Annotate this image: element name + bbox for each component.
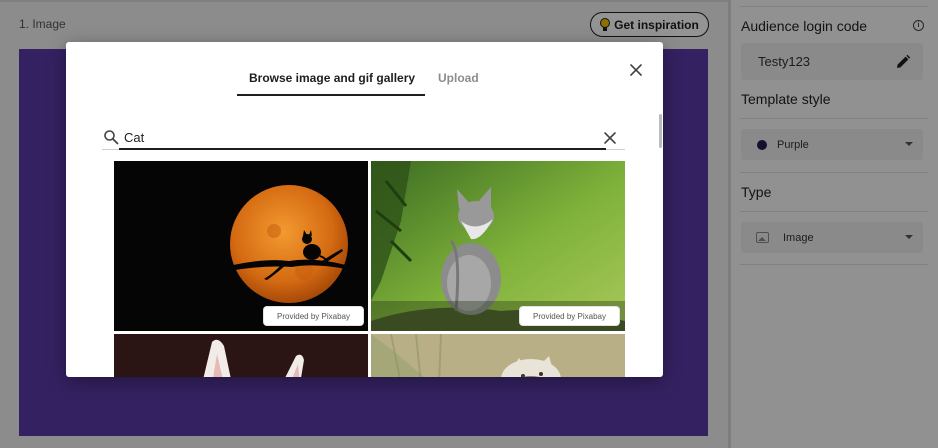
tab-browse-gallery[interactable]: Browse image and gif gallery [249, 71, 415, 85]
image-results-grid: Provided by Pixabay Provided by Pixabay [114, 161, 625, 377]
image-result[interactable]: Provided by Pixabay [371, 161, 625, 331]
kitten-image [371, 161, 625, 331]
clear-icon[interactable] [603, 131, 617, 145]
search-icon [104, 130, 119, 145]
image-result[interactable]: Provided by Pixabay [114, 161, 368, 331]
scrollbar-thumb[interactable] [659, 114, 662, 148]
active-tab-indicator [237, 94, 425, 96]
search-underline [119, 148, 606, 150]
tab-upload[interactable]: Upload [438, 71, 479, 85]
image-credit-label: Provided by Pixabay [520, 307, 619, 325]
image-gallery-modal: Browse image and gif gallery Upload Cat … [66, 42, 663, 377]
image-result[interactable] [371, 334, 625, 377]
close-icon[interactable] [627, 61, 645, 79]
image-result[interactable] [114, 334, 368, 377]
image-credit-label: Provided by Pixabay [264, 307, 363, 325]
white-cat-image [114, 334, 368, 377]
cat-field-image [371, 334, 625, 377]
search-input[interactable] [124, 127, 604, 147]
cat-moon-image [114, 161, 368, 331]
